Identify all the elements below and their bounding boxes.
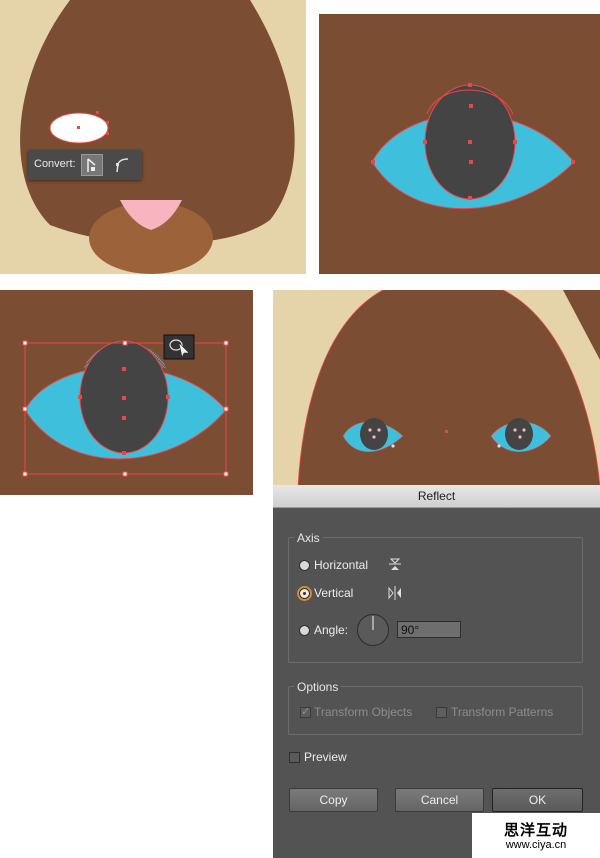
bbox-handle[interactable] [122,471,128,477]
face-eyes-artwork [273,290,600,487]
transform-objects-label: Transform Objects [314,705,413,719]
panel-face-eyes [273,290,600,487]
right-pupil[interactable] [505,418,533,450]
anchor-point[interactable] [96,111,99,114]
anchor-point[interactable] [571,160,575,164]
watermark-title: 思洋互动 [503,822,568,839]
angle-radio[interactable] [299,625,310,636]
anchor-point[interactable] [122,367,126,371]
panel-face-ellipse: Convert: [0,0,306,274]
anchor-point[interactable] [371,160,375,164]
ellipse-center-point [77,126,80,129]
eye-selected-artwork [0,290,253,495]
axis-legend: Axis [294,531,323,545]
left-pupil[interactable] [360,418,388,450]
face-center-point [445,430,448,433]
ok-button[interactable]: OK [492,788,583,812]
options-legend: Options [294,680,342,694]
eye-pupil-artwork [319,14,600,274]
anchor-point[interactable] [122,451,126,455]
bbox-handle[interactable] [22,406,28,412]
bbox-handle[interactable] [223,340,229,346]
angle-label: Angle: [314,623,349,637]
smooth-anchor-icon [116,158,129,173]
horizontal-label: Horizontal [314,558,369,572]
reflect-vertical-icon [388,586,401,600]
anchor-point[interactable] [78,395,82,399]
convert-smooth-button[interactable] [112,154,134,176]
anchor-point[interactable] [423,140,427,144]
angle-dial[interactable] [356,613,390,647]
convert-label: Convert: [34,158,76,170]
vertical-radio[interactable] [299,588,310,599]
anchor-point[interactable] [106,121,109,124]
anchor-point[interactable] [166,395,170,399]
vertical-label: Vertical [314,586,354,600]
anchor-point[interactable] [122,396,126,400]
anchor-point[interactable] [122,416,126,420]
cancel-button[interactable]: Cancel [395,788,484,812]
watermark: 思洋互动 www.ciya.cn [472,813,600,858]
transform-patterns-checkbox[interactable] [436,707,447,718]
panel-eye-selected [0,290,253,495]
bbox-handle[interactable] [22,340,28,346]
anchor-point[interactable] [513,140,517,144]
preview-checkbox[interactable] [289,752,300,763]
horizontal-radio[interactable] [299,560,310,571]
shape-builder-cursor-icon [163,334,195,360]
bbox-handle[interactable] [122,340,128,346]
anchor-point[interactable] [468,83,472,87]
watermark-url: www.ciya.cn [505,839,567,851]
anchor-point[interactable] [469,104,473,108]
pupil-center-point [468,140,472,144]
angle-input[interactable]: 90° [397,621,461,638]
anchor-point[interactable] [468,196,472,200]
convert-corner-button[interactable] [81,154,103,176]
bbox-handle[interactable] [223,406,229,412]
preview-label: Preview [304,750,347,764]
face-ellipse-artwork [0,0,306,274]
eye-center-point [469,160,473,164]
bbox-handle[interactable] [22,471,28,477]
axis-group [288,537,583,663]
reflect-horizontal-icon [389,558,401,570]
convert-toolbar: Convert: [28,150,142,180]
copy-button[interactable]: Copy [289,788,378,812]
transform-patterns-label: Transform Patterns [451,705,554,719]
transform-objects-checkbox[interactable] [300,705,311,718]
bbox-handle[interactable] [223,471,229,477]
dialog-title: Reflect [273,485,600,508]
reflect-dialog: Reflect Axis Horizontal Vertical Angle: … [273,485,600,858]
corner-anchor-icon [87,158,96,172]
panel-eye-pupil [319,14,600,274]
anchor-point[interactable] [106,132,109,135]
